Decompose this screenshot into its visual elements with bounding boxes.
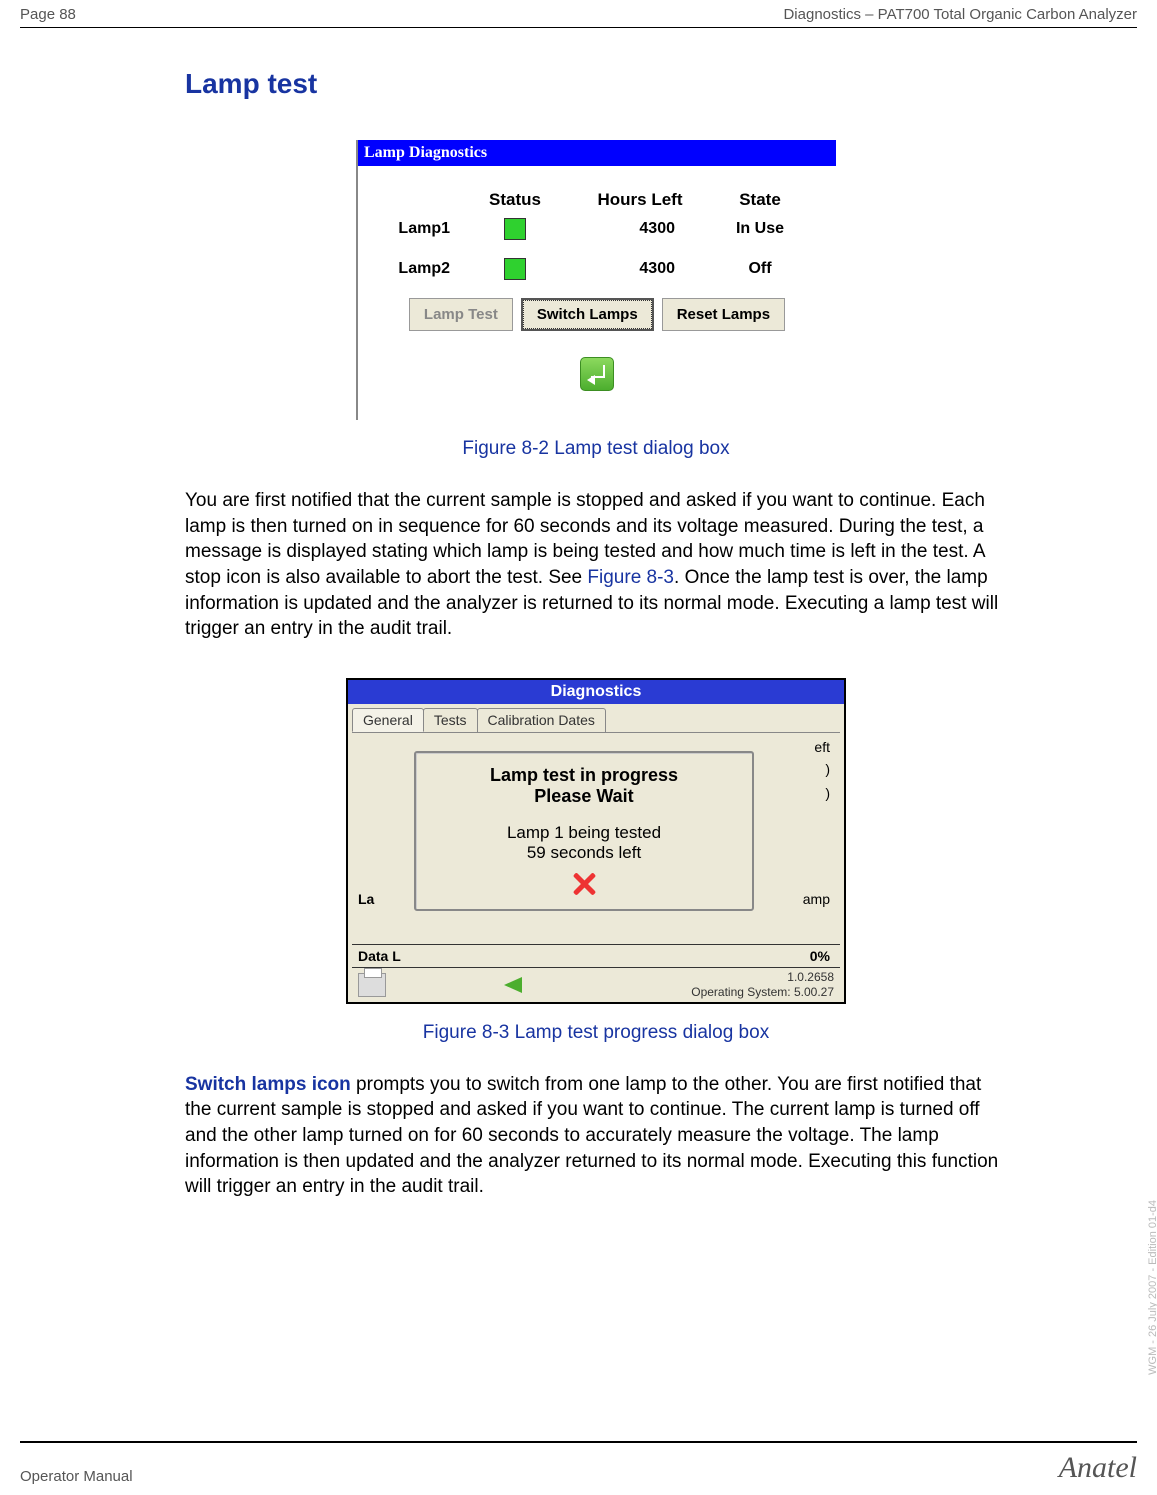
footer-brand: Anatel xyxy=(1059,1451,1137,1485)
lamp-row-1: Lamp1 4300 In Use xyxy=(384,218,810,240)
printer-icon[interactable] xyxy=(358,973,386,997)
col-state: State xyxy=(710,190,810,210)
progress-line3: Lamp 1 being tested xyxy=(416,823,752,843)
lamp2-state: Off xyxy=(710,260,810,278)
progress-line4: 59 seconds left xyxy=(416,843,752,863)
progress-line2: Please Wait xyxy=(416,786,752,807)
page-number: Page 88 xyxy=(20,6,76,23)
side-watermark: WGM - 26 July 2007 - Edition 01-d4 xyxy=(1147,1200,1157,1375)
col-status: Status xyxy=(460,190,570,210)
diagnostics-footer: 1.0.2658 Operating System: 5.00.27 xyxy=(352,968,840,1002)
page-footer: Operator Manual Anatel xyxy=(20,1441,1137,1485)
diagnostics-titlebar: Diagnostics xyxy=(348,680,844,704)
diagnostics-tabs: General Tests Calibration Dates xyxy=(348,704,844,732)
lamp-test-progress-modal: Lamp test in progress Please Wait Lamp 1… xyxy=(414,751,754,911)
figure-8-3-link[interactable]: Figure 8-3 xyxy=(587,567,674,588)
dialog-titlebar: Lamp Diagnostics xyxy=(358,140,836,166)
tab-tests[interactable]: Tests xyxy=(423,708,478,732)
switch-lamps-button[interactable]: Switch Lamps xyxy=(521,298,654,331)
os-text: Operating System: 5.00.27 xyxy=(691,985,834,999)
progress-line1: Lamp test in progress xyxy=(416,765,752,786)
data-log-row: Data L 0% xyxy=(352,944,840,968)
data-log-value: 0% xyxy=(810,948,830,964)
cancel-icon[interactable] xyxy=(569,869,599,899)
bg-text-frag2: ) xyxy=(825,785,830,801)
bg-text-amp: amp xyxy=(803,891,830,907)
section-title: Lamp test xyxy=(185,68,1007,100)
paragraph-1: You are first notified that the current … xyxy=(185,488,1007,642)
figure-8-3-caption: Figure 8-3 Lamp test progress dialog box xyxy=(185,1022,1007,1044)
col-hours-left: Hours Left xyxy=(570,190,710,210)
lamp-table-header: Status Hours Left State xyxy=(384,190,810,210)
switch-lamps-lead: Switch lamps icon xyxy=(185,1074,351,1095)
paragraph-2: Switch lamps icon prompts you to switch … xyxy=(185,1072,1007,1200)
lamp2-hours: 4300 xyxy=(570,260,710,278)
page-header: Page 88 Diagnostics – PAT700 Total Organ… xyxy=(20,6,1137,28)
lamp1-label: Lamp1 xyxy=(384,220,460,238)
back-arrow-icon[interactable] xyxy=(504,977,522,993)
doc-title: Diagnostics – PAT700 Total Organic Carbo… xyxy=(783,6,1137,23)
lamp-diagnostics-dialog: Lamp Diagnostics Status Hours Left State… xyxy=(356,140,836,420)
figure-8-2-caption: Figure 8-2 Lamp test dialog box xyxy=(185,438,1007,460)
lamp-test-button[interactable]: Lamp Test xyxy=(409,298,513,331)
lamp1-state: In Use xyxy=(710,220,810,238)
reset-lamps-button[interactable]: Reset Lamps xyxy=(662,298,785,331)
lamp2-label: Lamp2 xyxy=(384,260,460,278)
version-text: 1.0.2658 xyxy=(691,970,834,984)
bg-text-frag: ) xyxy=(825,761,830,777)
bg-text-la: La xyxy=(358,891,374,907)
diagnostics-dialog: Diagnostics General Tests Calibration Da… xyxy=(346,678,846,1004)
lamp1-hours: 4300 xyxy=(570,220,710,238)
enter-icon[interactable] xyxy=(580,357,614,391)
lamp-row-2: Lamp2 4300 Off xyxy=(384,258,810,280)
tab-general[interactable]: General xyxy=(352,708,424,732)
tab-calibration-dates[interactable]: Calibration Dates xyxy=(477,708,606,732)
bg-text-eft: eft xyxy=(814,739,830,755)
data-log-label: Data L xyxy=(358,948,401,964)
lamp1-status-indicator xyxy=(504,218,526,240)
footer-manual-label: Operator Manual xyxy=(20,1468,133,1485)
lamp2-status-indicator xyxy=(504,258,526,280)
